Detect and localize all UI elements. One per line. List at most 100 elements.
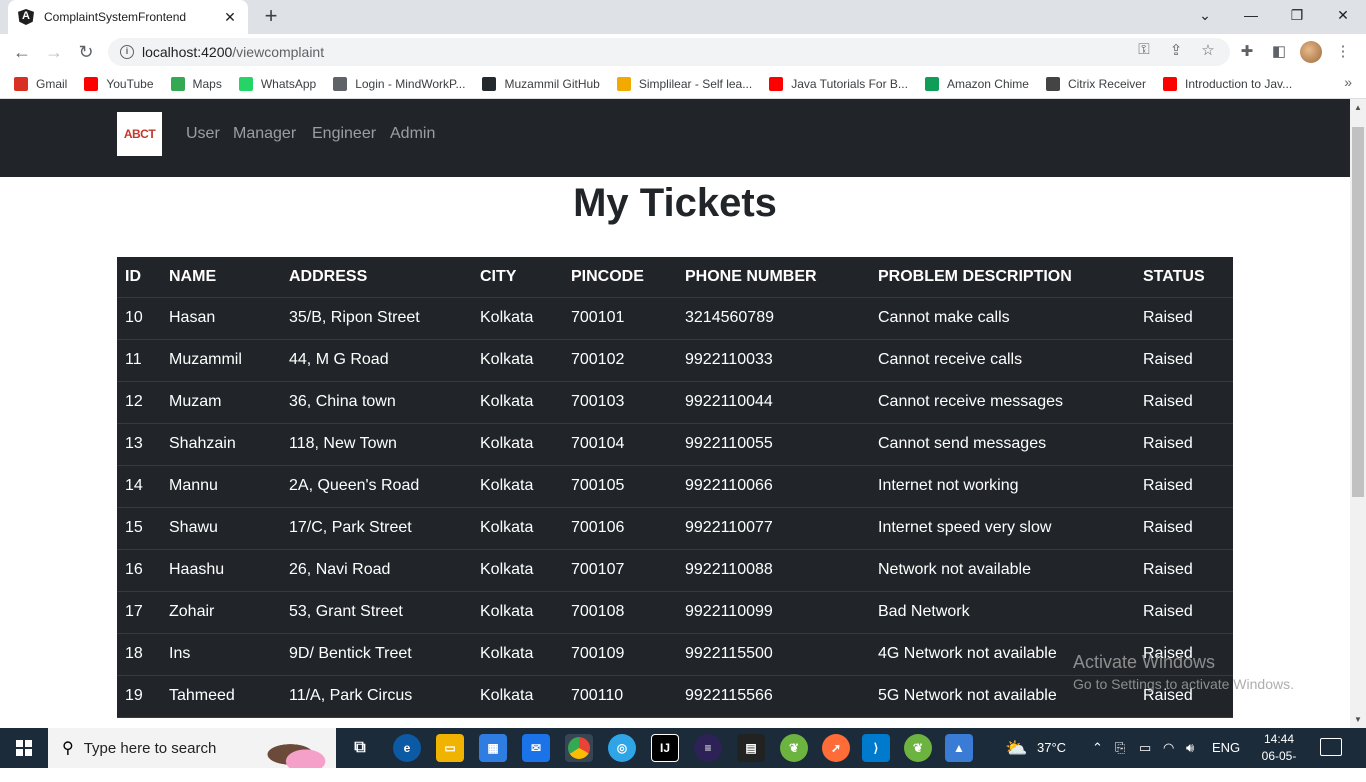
- bookmark-item[interactable]: Gmail: [14, 77, 67, 91]
- table-cell: 700108: [563, 591, 677, 634]
- table-cell: Kolkata: [472, 381, 563, 424]
- table-cell: 10: [117, 297, 161, 340]
- bookmark-item[interactable]: Maps: [170, 77, 222, 91]
- bookmark-item[interactable]: Java Tutorials For B...: [769, 77, 908, 91]
- table-cell: 9922110077: [677, 507, 870, 550]
- bookmark-item[interactable]: Login - MindWorkP...: [333, 77, 465, 91]
- nav-link-engineer[interactable]: Engineer: [312, 125, 376, 143]
- site-info-icon[interactable]: i: [120, 45, 134, 59]
- nav-link-admin[interactable]: Admin: [390, 125, 435, 143]
- close-tab-icon[interactable]: ✕: [222, 9, 238, 26]
- new-tab-button[interactable]: +: [259, 4, 283, 28]
- scroll-up-arrow-icon[interactable]: ▲: [1354, 103, 1362, 112]
- minimize-button[interactable]: —: [1228, 0, 1274, 30]
- scrollbar-thumb[interactable]: [1352, 127, 1364, 497]
- spring-tool-icon[interactable]: ❦: [780, 734, 808, 762]
- table-row: 10 Hasan 35/B, Ripon Street Kolkata 700101 32…: [117, 297, 1233, 340]
- more-menu-icon[interactable]: ⋮: [1333, 42, 1353, 60]
- table-cell: Kolkata: [472, 549, 563, 592]
- table-cell: 9922115500: [677, 633, 870, 676]
- bookmark-item[interactable]: Citrix Receiver: [1045, 77, 1146, 91]
- site-logo[interactable]: ABCT: [117, 112, 162, 156]
- maximize-button[interactable]: ❐: [1274, 0, 1320, 30]
- bookmark-favicon-icon: [84, 77, 99, 91]
- postman-icon[interactable]: ➚: [822, 734, 850, 762]
- table-cell: Muzammil: [161, 339, 281, 382]
- profile-avatar[interactable]: [1300, 41, 1322, 63]
- table-row: 15 Shawu 17/C, Park Street Kolkata 700106 992…: [117, 507, 1233, 550]
- notifications-icon[interactable]: [1320, 738, 1342, 756]
- reload-icon[interactable]: ↻: [74, 40, 98, 64]
- settings-app-icon[interactable]: ◎: [608, 734, 636, 762]
- table-cell: 9922110088: [677, 549, 870, 592]
- table-cell: 18: [117, 633, 161, 676]
- column-header: PHONE NUMBER: [677, 257, 870, 298]
- bookmark-item[interactable]: YouTube: [84, 77, 154, 91]
- spring-tool-2-icon[interactable]: ❦: [904, 734, 932, 762]
- table-cell: 44, M G Road: [281, 339, 472, 382]
- photos-icon[interactable]: ▲: [945, 734, 973, 762]
- vscode-icon[interactable]: ⟩: [862, 734, 890, 762]
- site-navbar: ABCT User Manager Engineer Admin: [0, 99, 1350, 177]
- taskbar-search-box[interactable]: ⚲ Type here to search: [48, 728, 336, 768]
- bookmark-item[interactable]: Introduction to Jav...: [1162, 77, 1293, 91]
- table-cell: Kolkata: [472, 675, 563, 718]
- eclipse-icon[interactable]: ≡: [694, 734, 722, 762]
- bookmark-star-icon[interactable]: ☆: [1198, 41, 1218, 59]
- forward-arrow-icon[interactable]: →: [42, 40, 66, 64]
- page-scrollbar[interactable]: ▲ ▼: [1350, 99, 1366, 728]
- bookmark-label: Citrix Receiver: [1067, 77, 1146, 91]
- more-bookmarks-chevron-icon[interactable]: »: [1344, 74, 1352, 90]
- scroll-down-arrow-icon[interactable]: ▼: [1354, 715, 1362, 724]
- edge-icon[interactable]: e: [393, 734, 421, 762]
- table-cell: 19: [117, 675, 161, 718]
- extensions-puzzle-icon[interactable]: ✚: [1237, 42, 1257, 60]
- mysql-workbench-icon[interactable]: ▤: [737, 734, 765, 762]
- bookmark-item[interactable]: Muzammil GitHub: [482, 77, 600, 91]
- column-header: ADDRESS: [281, 257, 472, 298]
- file-explorer-icon[interactable]: ▭: [436, 734, 464, 762]
- column-header: ID: [117, 257, 161, 298]
- bookmark-favicon-icon: [14, 77, 28, 91]
- tab-search-chevron-down-icon[interactable]: ⌄: [1182, 0, 1228, 30]
- weather-icon[interactable]: ⛅: [1005, 728, 1027, 768]
- table-cell: Tahmeed: [161, 675, 281, 718]
- bookmark-label: Introduction to Jav...: [1184, 77, 1293, 91]
- input-language[interactable]: ENG: [1212, 728, 1240, 768]
- task-view-icon[interactable]: ⧉: [346, 734, 374, 762]
- nav-link-user[interactable]: User: [186, 125, 220, 143]
- bookmark-favicon-icon: [238, 77, 253, 91]
- bookmark-item[interactable]: Simplilear - Self lea...: [616, 77, 752, 91]
- intellij-icon[interactable]: IJ: [651, 734, 679, 762]
- start-button[interactable]: [0, 728, 48, 768]
- nav-link-manager[interactable]: Manager: [233, 125, 296, 143]
- table-cell: 700106: [563, 507, 677, 550]
- share-icon[interactable]: ⇪: [1166, 41, 1186, 59]
- table-cell: 9922110044: [677, 381, 870, 424]
- chrome-icon[interactable]: [565, 734, 593, 762]
- table-cell: Shahzain: [161, 423, 281, 466]
- table-cell: Muzam: [161, 381, 281, 424]
- bookmark-item[interactable]: Amazon Chime: [924, 77, 1029, 91]
- table-cell: Cannot make calls: [870, 297, 1135, 340]
- battery-icon[interactable]: ▭: [1139, 728, 1151, 768]
- wifi-icon[interactable]: ◠: [1163, 728, 1174, 768]
- show-hidden-icons-chevron-icon[interactable]: ⌃: [1092, 728, 1103, 768]
- back-arrow-icon[interactable]: ←: [10, 40, 34, 64]
- volume-icon[interactable]: 🔊︎: [1186, 728, 1194, 768]
- table-cell: Cannot receive messages: [870, 381, 1135, 424]
- meet-now-icon[interactable]: ⎘: [1115, 728, 1125, 768]
- taskbar-clock[interactable]: 14:44 06-05-2023: [1250, 731, 1308, 782]
- mail-icon[interactable]: ✉: [522, 734, 550, 762]
- side-panel-icon[interactable]: ◧: [1269, 42, 1289, 60]
- bookmark-favicon-icon: [1162, 77, 1177, 91]
- browser-tab[interactable]: A ComplaintSystemFrontend ✕: [8, 0, 248, 34]
- table-cell: Bad Network: [870, 591, 1135, 634]
- microsoft-store-icon[interactable]: ▦: [479, 734, 507, 762]
- weather-temperature[interactable]: 37°C: [1037, 728, 1066, 768]
- bookmark-item[interactable]: WhatsApp: [238, 77, 316, 91]
- address-bar[interactable]: i localhost:4200/viewcomplaint: [108, 38, 1230, 66]
- close-window-button[interactable]: ✕: [1320, 0, 1366, 30]
- table-cell: Zohair: [161, 591, 281, 634]
- key-icon[interactable]: ⚿: [1134, 41, 1154, 58]
